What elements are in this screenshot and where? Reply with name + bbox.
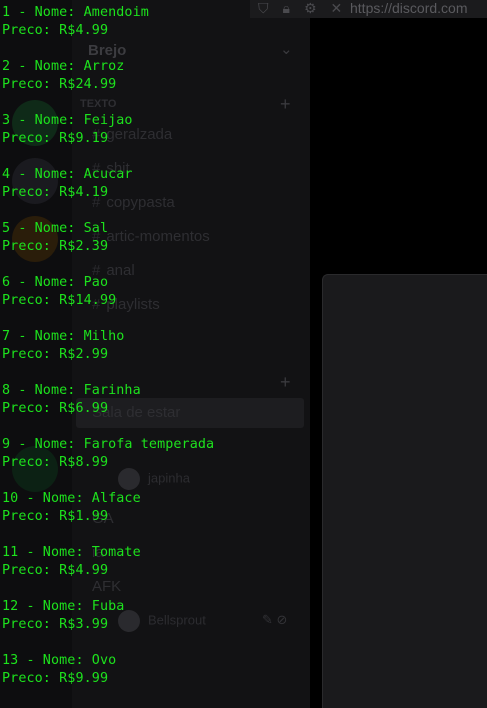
product-price-line: Preco: R$1.99 (2, 509, 109, 524)
close-icon[interactable]: ✕ (331, 0, 343, 16)
product-name-line: 9 - Nome: Farofa temperada (2, 437, 215, 452)
list-item: 8 - Nome: Farinha Preco: R$6.99 (2, 382, 214, 436)
list-item: 10 - Nome: Alface Preco: R$1.99 (2, 490, 214, 544)
product-price-line: Preco: R$6.99 (2, 401, 109, 416)
list-item: 12 - Nome: Fuba Preco: R$3.99 (2, 598, 214, 652)
product-name-line: 6 - Nome: Pao (2, 275, 109, 290)
product-name-line: 7 - Nome: Milho (2, 329, 125, 344)
settings-icon[interactable]: ⚙ (304, 0, 317, 16)
product-price-line: Preco: R$3.99 (2, 617, 109, 632)
plus-icon[interactable]: + (280, 94, 291, 115)
product-price-line: Preco: R$9.99 (2, 671, 109, 686)
product-price-line: Preco: R$2.99 (2, 347, 109, 362)
product-name-line: 1 - Nome: Amendoim (2, 5, 149, 20)
product-price-line: Preco: R$4.19 (2, 185, 109, 200)
deafen-icon[interactable]: ⊘ (277, 612, 288, 627)
product-name-line: 4 - Nome: Acucar (2, 167, 133, 182)
list-item: 3 - Nome: Feijao Preco: R$9.19 (2, 112, 214, 166)
product-name-line: 2 - Nome: Arroz (2, 59, 125, 74)
product-price-line: Preco: R$8.99 (2, 455, 109, 470)
product-name-line: 5 - Nome: Sal (2, 221, 109, 236)
chat-panel (322, 274, 487, 708)
user-controls: ✎ ⊘ (262, 612, 287, 628)
plus-icon[interactable]: + (280, 372, 291, 393)
list-item: 11 - Nome: Tomate Preco: R$4.99 (2, 544, 214, 598)
product-name-line: 10 - Nome: Alface (2, 491, 141, 506)
product-name-line: 3 - Nome: Feijao (2, 113, 133, 128)
product-price-line: Preco: R$2.39 (2, 239, 109, 254)
product-name-line: 8 - Nome: Farinha (2, 383, 141, 398)
product-price-line: Preco: R$4.99 (2, 563, 109, 578)
list-item: 6 - Nome: Pao Preco: R$14.99 (2, 274, 214, 328)
lock-icon[interactable]: 🔒︎ (283, 0, 290, 16)
list-item: 13 - Nome: Ovo Preco: R$9.99 (2, 652, 214, 706)
mute-icon[interactable]: ✎ (262, 612, 273, 627)
url-text[interactable]: https://discord.com (350, 0, 468, 16)
terminal-output: 1 - Nome: Amendoim Preco: R$4.99 2 - Nom… (2, 4, 214, 706)
list-item: 9 - Nome: Farofa temperada Preco: R$8.99 (2, 436, 214, 490)
product-price-line: Preco: R$9.19 (2, 131, 109, 146)
list-item: 5 - Nome: Sal Preco: R$2.39 (2, 220, 214, 274)
product-name-line: 12 - Nome: Fuba (2, 599, 125, 614)
product-name-line: 13 - Nome: Ovo (2, 653, 117, 668)
product-name-line: 11 - Nome: Tomate (2, 545, 141, 560)
list-item: 7 - Nome: Milho Preco: R$2.99 (2, 328, 214, 382)
product-price-line: Preco: R$24.99 (2, 77, 117, 92)
list-item: 1 - Nome: Amendoim Preco: R$4.99 (2, 4, 214, 58)
list-item: 4 - Nome: Acucar Preco: R$4.19 (2, 166, 214, 220)
list-item: 2 - Nome: Arroz Preco: R$24.99 (2, 58, 214, 112)
shield-icon[interactable]: ⛉ (258, 0, 269, 16)
browser-url-bar[interactable]: ⛉ 🔒︎ ⚙ ✕ https://discord.com (250, 0, 487, 18)
chevron-down-icon[interactable]: ⌄ (280, 40, 293, 58)
product-price-line: Preco: R$4.99 (2, 23, 109, 38)
product-price-line: Preco: R$14.99 (2, 293, 117, 308)
